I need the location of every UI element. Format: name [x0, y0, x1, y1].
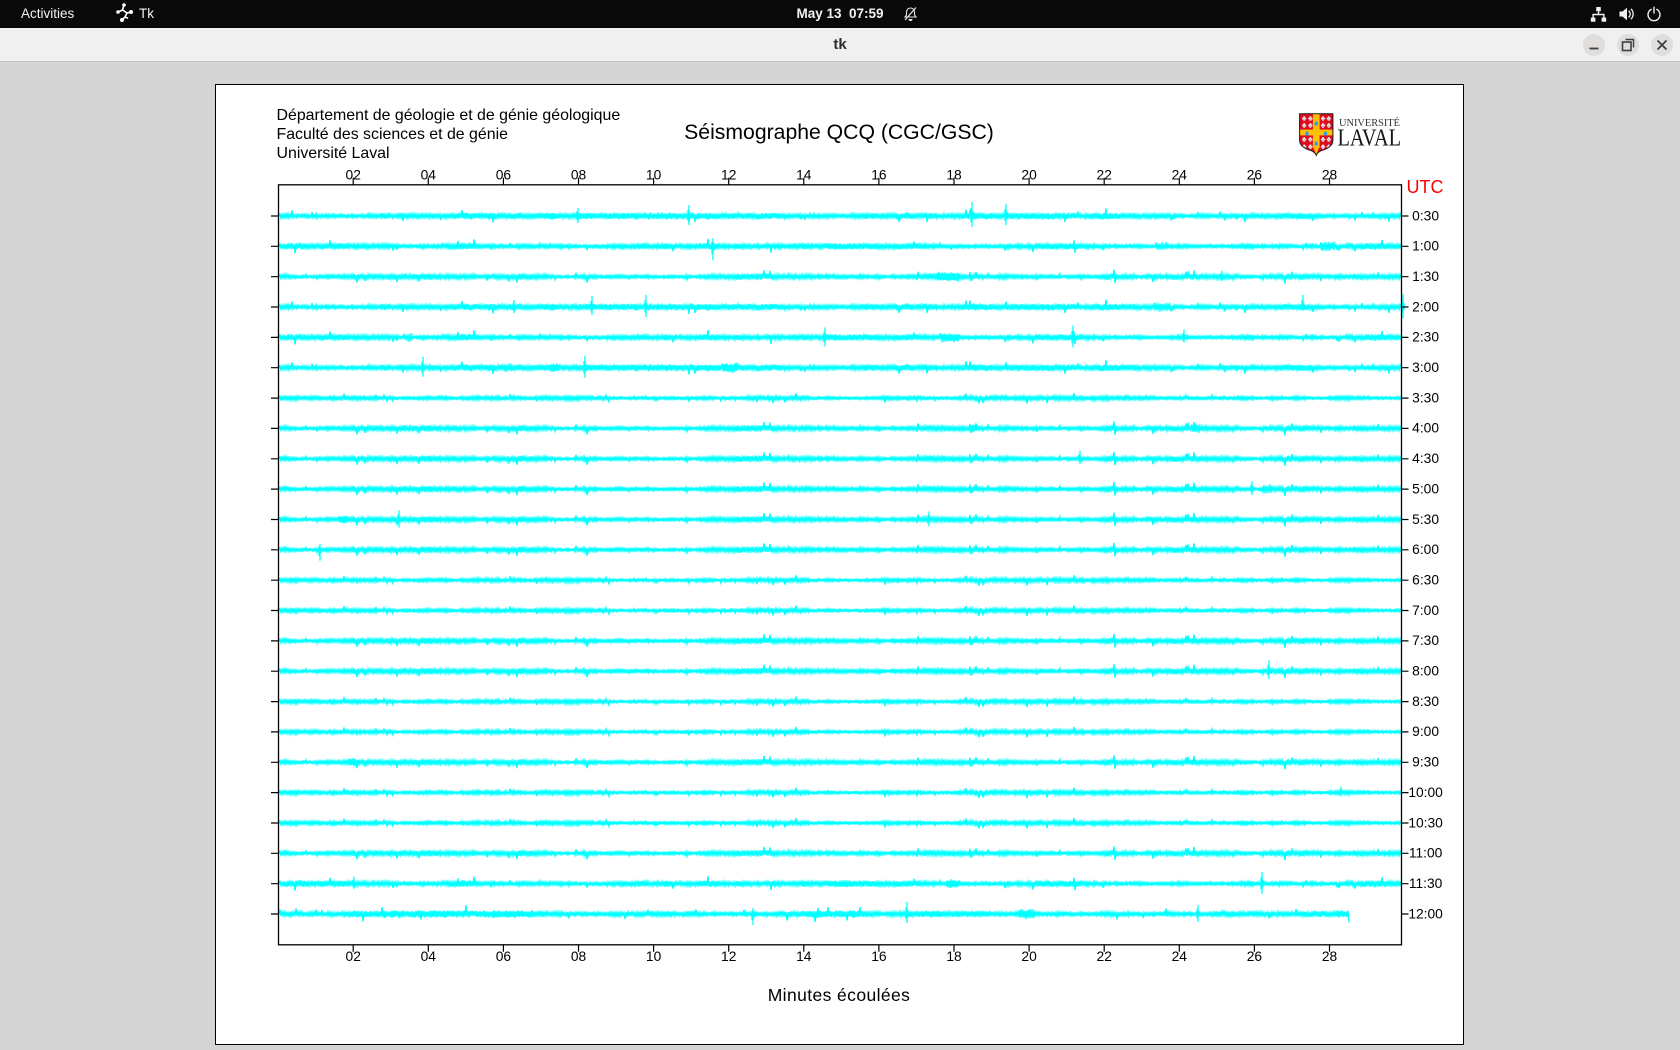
svg-text:06: 06 — [496, 167, 512, 182]
svg-text:02: 02 — [346, 167, 361, 182]
svg-text:6:30: 6:30 — [1412, 573, 1439, 588]
svg-text:22: 22 — [1097, 167, 1112, 182]
svg-text:0:30: 0:30 — [1412, 208, 1439, 223]
svg-text:9:30: 9:30 — [1412, 755, 1439, 770]
svg-text:16: 16 — [871, 949, 887, 964]
svg-text:22: 22 — [1097, 949, 1112, 964]
svg-text:18: 18 — [946, 949, 962, 964]
svg-text:8:00: 8:00 — [1412, 664, 1439, 679]
svg-text:5:00: 5:00 — [1412, 481, 1439, 496]
svg-text:5:30: 5:30 — [1412, 512, 1439, 527]
svg-text:6:00: 6:00 — [1412, 542, 1439, 557]
svg-text:7:30: 7:30 — [1412, 633, 1439, 648]
svg-text:1:00: 1:00 — [1412, 239, 1439, 254]
svg-text:18: 18 — [946, 167, 962, 182]
svg-text:20: 20 — [1021, 949, 1037, 964]
svg-text:2:00: 2:00 — [1412, 299, 1439, 314]
svg-text:02: 02 — [346, 949, 361, 964]
svg-text:28: 28 — [1322, 167, 1338, 182]
svg-text:7:00: 7:00 — [1412, 603, 1439, 618]
svg-text:12:00: 12:00 — [1408, 906, 1443, 921]
svg-text:12: 12 — [721, 949, 736, 964]
svg-text:9:00: 9:00 — [1412, 724, 1439, 739]
svg-text:26: 26 — [1247, 949, 1263, 964]
svg-text:06: 06 — [496, 949, 512, 964]
svg-text:28: 28 — [1322, 949, 1338, 964]
svg-text:04: 04 — [421, 167, 437, 182]
svg-text:10: 10 — [646, 949, 662, 964]
svg-text:UTC: UTC — [1407, 177, 1444, 197]
svg-text:10:00: 10:00 — [1408, 785, 1443, 800]
svg-text:3:00: 3:00 — [1412, 360, 1439, 375]
svg-text:14: 14 — [796, 949, 812, 964]
svg-text:12: 12 — [721, 167, 736, 182]
svg-text:2:30: 2:30 — [1412, 330, 1439, 345]
svg-text:11:30: 11:30 — [1409, 876, 1443, 891]
svg-text:1:30: 1:30 — [1412, 269, 1439, 284]
svg-text:16: 16 — [871, 167, 887, 182]
svg-text:14: 14 — [796, 167, 812, 182]
svg-text:24: 24 — [1172, 167, 1188, 182]
svg-text:24: 24 — [1172, 949, 1188, 964]
svg-text:08: 08 — [571, 167, 587, 182]
svg-text:LAVAL: LAVAL — [1338, 126, 1402, 152]
svg-text:08: 08 — [571, 949, 587, 964]
svg-text:4:00: 4:00 — [1412, 421, 1439, 436]
svg-text:3:30: 3:30 — [1412, 390, 1439, 405]
svg-text:26: 26 — [1247, 167, 1263, 182]
svg-text:11:00: 11:00 — [1409, 846, 1443, 861]
svg-text:10: 10 — [646, 167, 662, 182]
svg-text:10:30: 10:30 — [1408, 815, 1443, 830]
svg-text:4:30: 4:30 — [1412, 451, 1439, 466]
svg-text:20: 20 — [1021, 167, 1037, 182]
svg-text:04: 04 — [421, 949, 437, 964]
svg-text:8:30: 8:30 — [1412, 694, 1439, 709]
